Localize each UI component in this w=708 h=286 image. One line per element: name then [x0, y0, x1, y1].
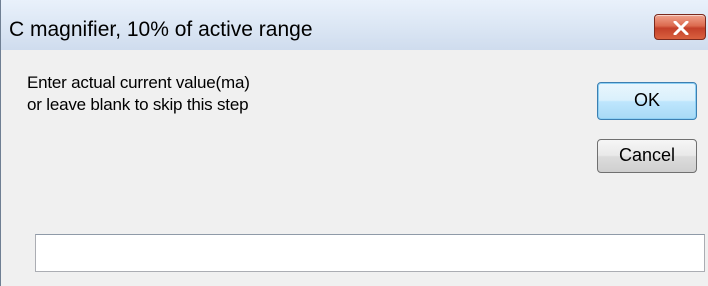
current-value-input[interactable] [35, 234, 705, 272]
close-button[interactable] [654, 14, 706, 40]
cancel-button[interactable]: Cancel [597, 139, 697, 173]
close-icon [673, 21, 689, 35]
title-bar[interactable]: C magnifier, 10% of active range [1, 0, 708, 50]
dialog-window: C magnifier, 10% of active range Enter a… [0, 0, 708, 286]
dialog-body: Enter actual current value(ma) or leave … [1, 50, 708, 286]
ok-button[interactable]: OK [597, 82, 697, 120]
window-title: C magnifier, 10% of active range [9, 18, 313, 41]
prompt-text-line-2: or leave blank to skip this step [27, 95, 249, 114]
prompt-text-line-1: Enter actual current value(ma) [27, 73, 250, 92]
